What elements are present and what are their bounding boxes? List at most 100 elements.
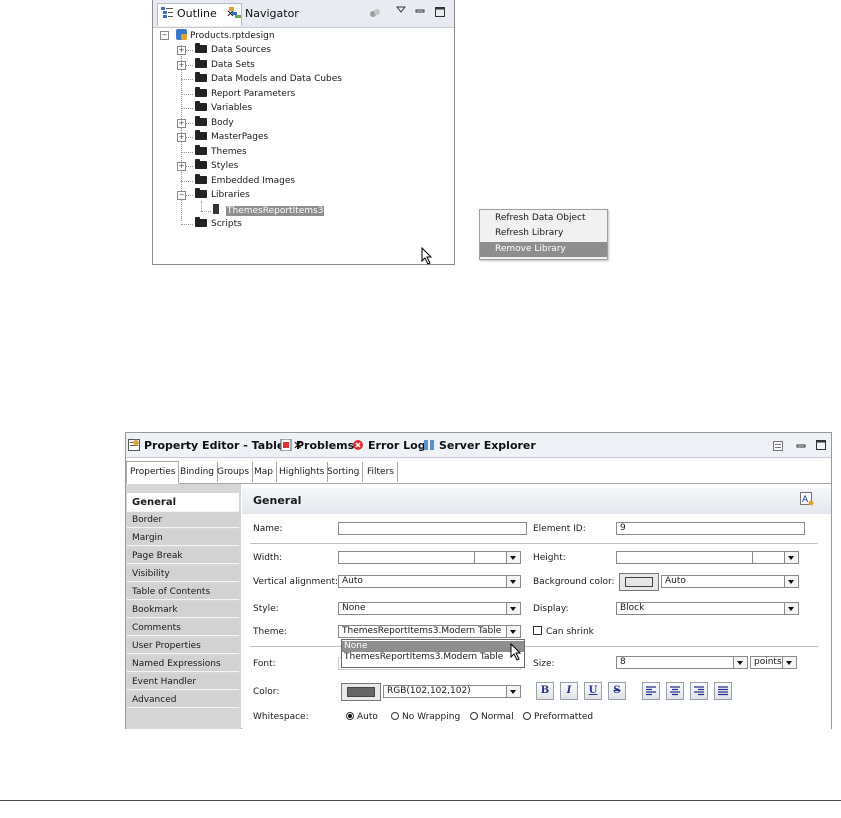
expand-icon[interactable]: + <box>177 119 186 128</box>
expand-icon[interactable]: + <box>177 46 186 55</box>
theme-select[interactable]: ThemesReportItems3.Modern Table <box>338 625 521 638</box>
category-general[interactable]: General <box>127 493 239 512</box>
tab-filters[interactable]: Filters <box>364 462 398 482</box>
tree-item-data-models-and-data-cubes[interactable]: Data Models and Data Cubes <box>195 72 342 86</box>
radio-icon[interactable] <box>346 712 354 720</box>
height-field[interactable] <box>616 551 799 564</box>
vertical-alignment-dropdown[interactable] <box>506 576 520 587</box>
collapse-root-icon[interactable]: − <box>160 31 169 40</box>
style-dropdown[interactable] <box>506 603 520 614</box>
menu-item-refresh-data-object[interactable]: Refresh Data Object <box>480 211 607 226</box>
align-center-button[interactable] <box>666 682 684 700</box>
height-unit-dropdown[interactable] <box>784 552 798 563</box>
view-menu-icon[interactable] <box>395 6 407 16</box>
tab-groups[interactable]: Groups <box>214 462 254 482</box>
tree-item-variables[interactable]: Variables <box>195 101 252 115</box>
display-dropdown[interactable] <box>784 603 798 614</box>
whitespace-radio-normal[interactable]: Normal <box>470 711 514 723</box>
tab-property-editor[interactable]: Property Editor - Table ✕ <box>128 438 302 454</box>
category-comments[interactable]: Comments <box>127 620 239 636</box>
tree-item-masterpages[interactable]: MasterPages <box>195 130 268 144</box>
tab-problems[interactable]: Problems <box>280 438 354 454</box>
italic-button[interactable]: I <box>560 682 578 700</box>
style-builder-icon[interactable]: A <box>800 492 814 509</box>
style-select[interactable]: None <box>338 602 521 615</box>
tree-item-library-child[interactable]: ThemesReportItems3 <box>213 204 325 218</box>
tab-highlights[interactable]: Highlights <box>276 462 329 482</box>
collapse-all-icon[interactable] <box>369 8 380 18</box>
tree-item-styles[interactable]: Styles <box>195 159 238 173</box>
vertical-alignment-select[interactable]: Auto <box>338 575 521 588</box>
radio-icon[interactable] <box>523 712 531 720</box>
menu-item-remove-library[interactable]: Remove Library <box>480 242 607 257</box>
color-dropdown[interactable] <box>506 686 520 697</box>
expand-icon[interactable]: + <box>177 133 186 142</box>
whitespace-radio-preformatted[interactable]: Preformatted <box>523 711 593 723</box>
color-select[interactable]: RGB(102,102,102) <box>383 685 521 698</box>
tree-item-data-sources[interactable]: Data Sources <box>195 43 271 57</box>
tree-item-report-parameters[interactable]: Report Parameters <box>195 87 295 101</box>
size-unit-select[interactable]: points <box>750 656 797 669</box>
tree-item-scripts[interactable]: Scripts <box>195 217 242 231</box>
view-menu-icon[interactable] <box>773 441 785 455</box>
tab-error-log[interactable]: Error Log <box>352 438 426 454</box>
category-advanced[interactable]: Advanced <box>127 692 239 708</box>
align-left-button[interactable] <box>642 682 660 700</box>
checkbox-icon[interactable] <box>533 626 542 635</box>
maximize-icon[interactable] <box>435 7 445 17</box>
size-field[interactable]: 8 <box>616 656 748 669</box>
background-color-select[interactable]: Auto <box>661 575 799 588</box>
category-border[interactable]: Border <box>127 512 239 528</box>
width-unit-dropdown[interactable] <box>506 552 520 563</box>
tree-item-themes[interactable]: Themes <box>195 145 247 159</box>
tree-item-embedded-images[interactable]: Embedded Images <box>195 174 295 188</box>
tab-properties[interactable]: Properties <box>126 461 180 484</box>
radio-icon[interactable] <box>470 712 478 720</box>
justify-button[interactable] <box>714 682 732 700</box>
category-table-of-contents[interactable]: Table of Contents <box>127 584 239 600</box>
radio-icon[interactable] <box>391 712 399 720</box>
tab-navigator[interactable]: Navigator <box>229 4 299 24</box>
expand-icon[interactable]: + <box>177 61 186 70</box>
bold-button[interactable]: B <box>536 682 554 700</box>
tab-sorting[interactable]: Sorting <box>324 462 364 482</box>
category-bookmark[interactable]: Bookmark <box>127 602 239 618</box>
theme-dropdown[interactable] <box>506 626 520 637</box>
minimize-icon[interactable] <box>796 442 806 452</box>
size-unit-dropdown[interactable] <box>782 657 796 668</box>
tree-root[interactable]: Products.rptdesign <box>176 29 275 43</box>
category-named-expressions[interactable]: Named Expressions <box>127 656 239 672</box>
whitespace-radio-no-wrapping[interactable]: No Wrapping <box>391 711 460 723</box>
theme-option-modern-table[interactable]: ThemesReportItems3.Modern Table <box>342 652 524 663</box>
size-dropdown[interactable] <box>733 657 747 668</box>
tab-server-explorer[interactable]: Server Explorer <box>423 438 536 454</box>
collapse-icon[interactable]: − <box>177 191 186 200</box>
element-id-field[interactable]: 9 <box>616 522 805 535</box>
whitespace-radio-auto[interactable]: Auto <box>346 711 378 723</box>
align-right-button[interactable] <box>690 682 708 700</box>
tab-binding[interactable]: Binding <box>177 462 219 482</box>
name-field[interactable] <box>338 522 527 535</box>
background-color-swatch[interactable] <box>619 573 659 591</box>
category-user-properties[interactable]: User Properties <box>127 638 239 654</box>
width-field[interactable] <box>338 551 521 564</box>
strikethrough-button[interactable]: S <box>608 682 626 700</box>
display-select[interactable]: Block <box>616 602 799 615</box>
color-swatch[interactable] <box>341 683 381 701</box>
category-visibility[interactable]: Visibility <box>127 566 239 582</box>
underline-button[interactable]: U <box>584 682 602 700</box>
menu-item-refresh-library[interactable]: Refresh Library <box>480 226 607 241</box>
tree-item-libraries[interactable]: Libraries <box>195 188 250 202</box>
maximize-icon[interactable] <box>816 440 827 454</box>
theme-option-none[interactable]: None <box>342 641 524 652</box>
category-event-handler[interactable]: Event Handler <box>127 674 239 690</box>
tree-item-body[interactable]: Body <box>195 116 234 130</box>
expand-icon[interactable]: + <box>177 162 186 171</box>
category-margin[interactable]: Margin <box>127 530 239 546</box>
can-shrink-checkbox[interactable]: Can shrink <box>533 626 594 638</box>
tree-item-data-sets[interactable]: Data Sets <box>195 58 255 72</box>
background-color-dropdown[interactable] <box>784 576 798 587</box>
category-page-break[interactable]: Page Break <box>127 548 239 564</box>
minimize-icon[interactable] <box>415 8 425 18</box>
tab-map[interactable]: Map <box>251 462 277 482</box>
